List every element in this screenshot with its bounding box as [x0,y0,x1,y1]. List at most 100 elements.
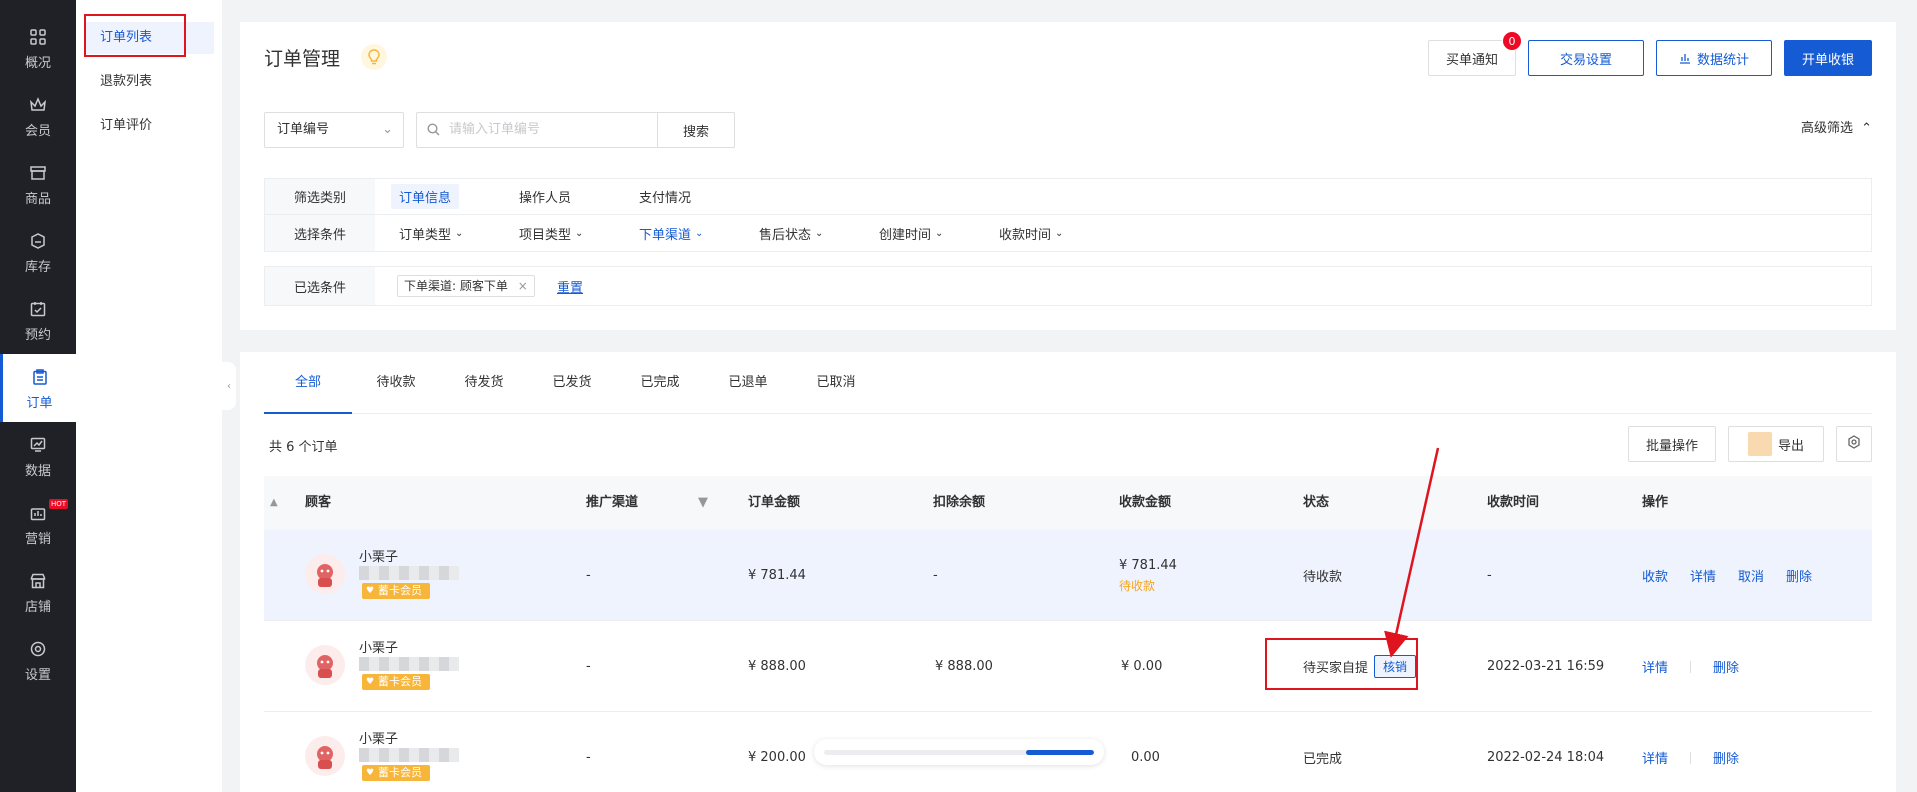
search-icon [427,113,440,147]
tab-completed[interactable]: 已完成 [616,352,704,414]
rail-item-orders[interactable]: 订单 [0,354,76,422]
sort-icon[interactable]: ▲ [270,476,278,530]
tab-pending-payment[interactable]: 待收款 [352,352,440,414]
delete-link[interactable]: 删除 [1713,657,1739,676]
filter-category-operator[interactable]: 操作人员 [519,179,571,214]
scrollbar-thumb[interactable] [1026,750,1094,755]
detail-link[interactable]: 详情 [1690,566,1716,585]
delete-link[interactable]: 删除 [1786,566,1812,585]
tab-refunded[interactable]: 已退单 [704,352,792,414]
search-button[interactable]: 搜索 [657,112,735,148]
filter-project-type[interactable]: 项目类型 ⌄ [519,215,583,251]
channel-cell: - [586,659,591,674]
trade-settings-button[interactable]: 交易设置 [1528,40,1644,76]
rail-item-overview[interactable]: 概况 [0,14,76,82]
rail-item-inventory[interactable]: 库存 [0,218,76,286]
filter-icon[interactable]: ▼ [698,476,708,530]
page-title: 订单管理 [264,48,341,70]
lightbulb-icon[interactable] [361,44,387,70]
delete-link[interactable]: 删除 [1713,748,1739,767]
tab-cancelled[interactable]: 已取消 [792,352,880,414]
filter-created-time[interactable]: 创建时间 ⌄ [879,215,943,251]
data-stats-button[interactable]: 数据统计 [1656,40,1772,76]
filter-option-label: 项目类型 [519,227,572,243]
rail-item-goods[interactable]: 商品 [0,150,76,218]
filter-option-label: 订单类型 [399,227,452,243]
payment-time-cell: - [1487,568,1492,583]
subnav-item-refund-list[interactable]: 退款列表 [84,66,214,98]
hot-badge: HOT [48,499,68,509]
filter-category-row: 筛选类别 订单信息 操作人员 支付情况 [265,179,1871,215]
order-amount-cell: ¥ 781.44 [748,568,806,583]
detail-link[interactable]: 详情 [1642,657,1668,676]
rail-item-shop[interactable]: 店铺 [0,558,76,626]
customer-phone-blurred [359,566,459,580]
batch-operation-button[interactable]: 批量操作 [1628,426,1716,462]
store-icon [27,162,49,184]
filter-category-payment[interactable]: 支付情况 [639,179,691,214]
rail-item-label: 库存 [24,259,51,275]
collapse-sidebar-button[interactable]: ‹ [222,362,236,410]
payment-time-cell: 2022-03-21 16:59 [1487,659,1605,674]
col-order-amount: 订单金额 [748,495,801,510]
col-received-amount: 收款金额 [1119,495,1172,510]
customer-name[interactable]: 小栗子 [359,728,398,747]
close-icon[interactable]: × [518,279,528,293]
selected-filter-text: 下单渠道: 顾客下单 [404,279,508,293]
actions-cell: 详情 删除 [1642,712,1761,792]
table-header: ▲ 顾客 推广渠道 ▼ 订单金额 扣除余额 收款金额 状态 收款时间 操作 [264,476,1872,530]
tab-shipped[interactable]: 已发货 [528,352,616,414]
customer-name[interactable]: 小栗子 [359,637,398,656]
buy-notify-button[interactable]: 买单通知 0 [1428,31,1522,76]
cancel-link[interactable]: 取消 [1738,566,1764,585]
collect-payment-link[interactable]: 收款 [1642,566,1668,585]
tab-all[interactable]: 全部 [264,352,352,414]
received-cell: ¥ 0.00 [1121,659,1163,674]
tab-pending-shipment[interactable]: 待发货 [440,352,528,414]
subnav-item-order-review[interactable]: 订单评价 [84,110,214,142]
action-divider [1690,660,1692,673]
rail-item-label: 数据 [24,463,51,479]
rail-item-settings[interactable]: 设置 [0,626,76,694]
crown-icon [27,94,49,116]
column-settings-button[interactable] [1836,426,1872,462]
filter-payment-time[interactable]: 收款时间 ⌄ [999,215,1063,251]
subnav-item-order-list[interactable]: 订单列表 [84,22,214,54]
customer-name[interactable]: 小栗子 [359,546,398,565]
verify-button[interactable]: 核销 [1374,655,1417,678]
customer-avatar [305,645,345,685]
status-cell: 待买家自提 核销 [1303,621,1417,712]
filter-category-order-info[interactable]: 订单信息 [391,179,460,214]
chevron-down-icon: ⌄ [695,227,704,239]
customer-phone-blurred [359,748,459,762]
calendar-check-icon [27,298,49,320]
order-amount-cell: ¥ 200.00 [748,750,806,765]
rail-item-booking[interactable]: 预约 [0,286,76,354]
rail-item-member[interactable]: 会员 [0,82,76,150]
export-icon [1747,432,1772,456]
horizontal-scrollbar[interactable] [814,739,1104,765]
detail-link[interactable]: 详情 [1642,748,1668,767]
export-button[interactable]: 导出 [1728,426,1824,462]
filter-order-channel[interactable]: 下单渠道 ⌄ [639,215,703,251]
order-number-input[interactable]: 请输入订单编号 [416,112,657,148]
checkout-button[interactable]: 开单收银 [1784,40,1872,76]
reset-filters-link[interactable]: 重置 [557,267,583,305]
filter-order-type[interactable]: 订单类型 ⌄ [399,215,463,251]
filter-category-text: 订单信息 [391,184,460,209]
advanced-filter-toggle[interactable]: 高级筛选 ⌃ [1801,114,1872,144]
search-field-select[interactable]: 订单编号 ⌄ [264,112,404,148]
chevron-down-icon: ⌄ [575,227,584,239]
deduct-cell: - [933,568,938,583]
order-status-tabs: 全部 待收款 待发货 已发货 已完成 已退单 已取消 [264,352,1872,414]
member-badge: 蓄卡会员 [362,583,430,599]
deduct-cell: ¥ 888.00 [935,659,993,674]
filter-after-sale-status[interactable]: 售后状态 ⌄ [759,215,823,251]
rail-item-label: 预约 [24,327,51,343]
rail-item-marketing[interactable]: HOT 营销 [0,490,76,558]
table-row: 小栗子 蓄卡会员 - ¥ 888.00 ¥ 888.00 ¥ 0.00 待买家自… [264,621,1872,712]
rail-item-data[interactable]: 数据 [0,422,76,490]
rail-item-label: 设置 [24,667,51,683]
actions-cell: 收款 详情 取消 删除 [1642,530,1834,621]
scrollbar-track [824,750,1094,755]
